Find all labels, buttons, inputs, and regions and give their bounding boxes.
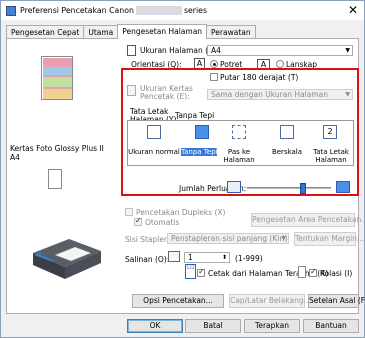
duplex-auto-checkbox[interactable] <box>134 216 142 226</box>
stamp-background-button[interactable]: Cap/Latar Belakang... <box>229 294 311 308</box>
copies-icon <box>168 251 180 262</box>
layout-option-fit-line1[interactable]: Pas ke <box>219 148 259 156</box>
tab-page-setup[interactable]: Pengesetan Halaman <box>117 24 208 39</box>
collate-label: Kolasi (I) <box>320 269 353 278</box>
close-button[interactable]: ✕ <box>346 3 360 17</box>
portrait-radio[interactable] <box>210 60 218 68</box>
layout-option-pagelayout-line1[interactable]: Tata Letak <box>311 148 351 156</box>
print-last-page-first-checkbox[interactable] <box>197 267 205 277</box>
landscape-radio[interactable] <box>276 60 284 68</box>
page-size-icon <box>127 45 136 56</box>
extension-slider-thumb[interactable] <box>300 183 306 194</box>
layout-option-normal[interactable]: Ukuran normal <box>128 148 180 156</box>
cancel-button[interactable]: Batal <box>185 319 241 333</box>
apply-button[interactable]: Terapkan <box>244 319 300 333</box>
paper-icon <box>48 169 62 189</box>
paper-size-text: A4 <box>10 153 20 162</box>
chevron-down-icon: ▼ <box>345 47 350 54</box>
specify-margin-button[interactable]: Tentukan Margin... <box>294 232 364 246</box>
extension-min-icon <box>227 181 241 193</box>
scaled-icon[interactable] <box>280 125 294 139</box>
stapling-select[interactable]: Penstapleran sisi panjang (Kiri) ▼ <box>167 233 289 244</box>
tab-quick-setup[interactable]: Pengesetan Cepat <box>6 25 85 38</box>
title-bar: Preferensi Pencetakan Canon series ✕ <box>1 1 364 20</box>
spinner-arrows-icon[interactable]: ⬍ <box>222 253 227 262</box>
copies-label: Salinan (O): <box>125 255 170 264</box>
copies-range: (1-999) <box>235 254 263 263</box>
print-area-setup-button[interactable]: Pengesetan Area Pencetakan... <box>251 213 365 227</box>
print-options-button[interactable]: Opsi Pencetakan... <box>132 294 224 308</box>
tab-bar: Pengesetan Cepat Utama Pengesetan Halama… <box>6 24 256 39</box>
layout-option-pagelayout-line2[interactable]: Halaman <box>311 156 351 164</box>
extension-max-icon <box>336 181 350 193</box>
layout-option-borderless[interactable]: Tanpa Tepi <box>181 148 218 156</box>
collate-icon <box>298 266 306 278</box>
normal-size-icon[interactable] <box>147 125 161 139</box>
print-preferences-window: Preferensi Pencetakan Canon series ✕ Peng… <box>0 0 365 338</box>
duplex-label: Pencetakan Dupleks (X) <box>136 208 226 217</box>
help-button[interactable]: Bantuan <box>303 319 359 333</box>
chevron-down-icon: ▼ <box>281 235 286 242</box>
media-type-text: Kertas Foto Glossy Plus II <box>10 144 104 153</box>
page-layout-list: Ukuran normal Tanpa Tepi Pas ke Halaman … <box>127 120 354 166</box>
tab-maintenance[interactable]: Perawatan <box>206 25 256 38</box>
redacted-model <box>135 6 182 16</box>
borderless-icon[interactable] <box>195 125 209 139</box>
ok-button[interactable]: OK <box>127 319 183 333</box>
page-size-select[interactable]: A4 ▼ <box>207 45 353 56</box>
collate-checkbox[interactable] <box>309 267 317 277</box>
printer-app-icon <box>6 5 16 16</box>
fit-to-page-icon[interactable] <box>232 125 246 139</box>
page-order-icon: 123 <box>185 264 196 279</box>
extension-slider[interactable] <box>247 187 331 189</box>
duplex-auto-label: Otomatis <box>145 218 180 227</box>
duplex-checkbox[interactable] <box>125 208 133 216</box>
layout-option-fit-line2[interactable]: Halaman <box>219 156 259 164</box>
copies-spinbox[interactable]: 1 ⬍ <box>184 252 230 263</box>
window-title: Preferensi Pencetakan Canon series <box>20 5 208 16</box>
printer-illustration-icon <box>29 225 103 283</box>
tab-main[interactable]: Utama <box>83 25 119 38</box>
defaults-button[interactable]: Setelan Asal (F) <box>308 294 365 308</box>
layout-option-scaled[interactable]: Berskala <box>265 148 309 156</box>
page-preview <box>41 56 73 100</box>
page-layout-icon[interactable]: 2 <box>323 125 337 139</box>
preview-image-icon <box>43 58 72 99</box>
